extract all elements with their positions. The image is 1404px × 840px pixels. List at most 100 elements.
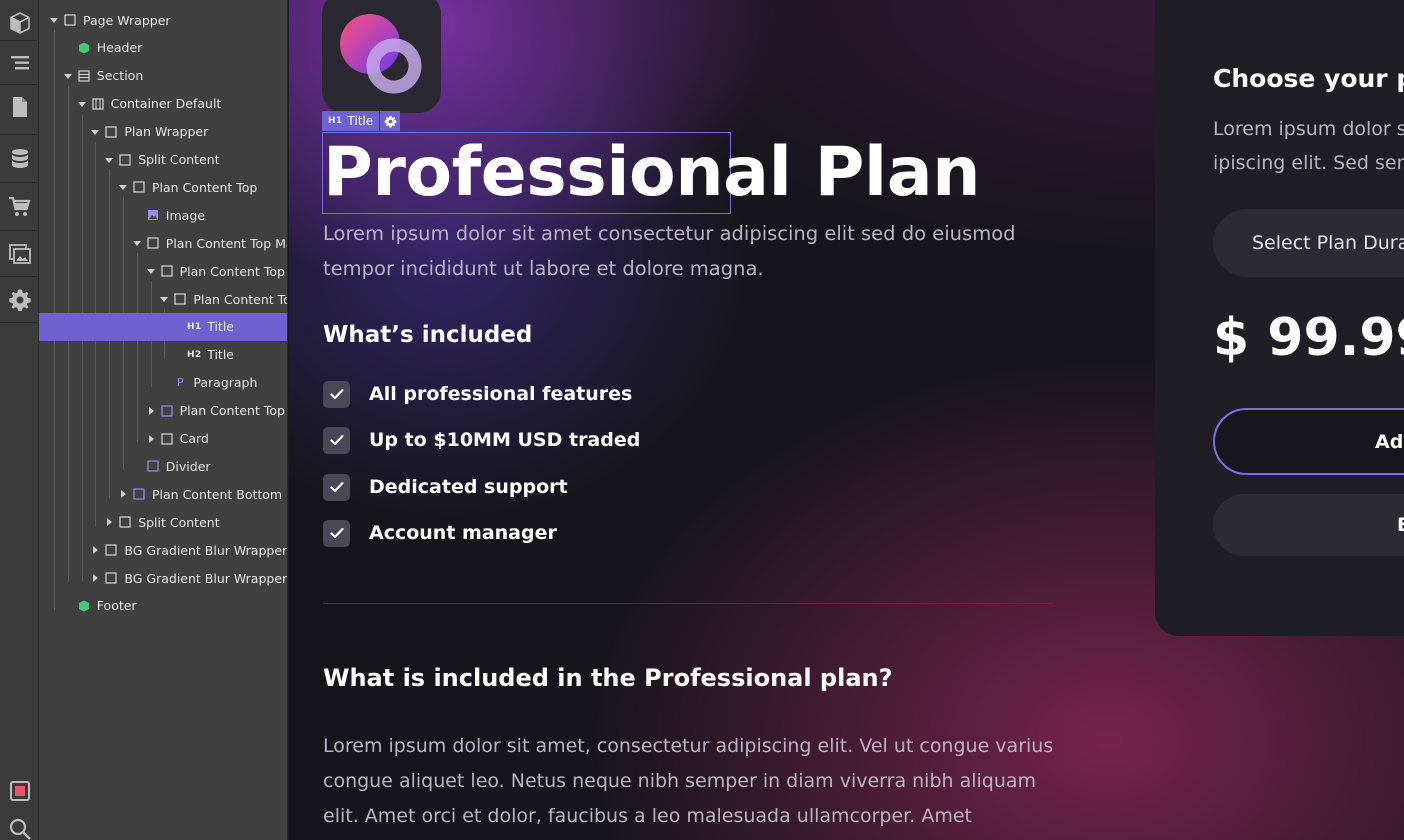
cube-icon — [9, 12, 30, 34]
caret-spacer — [159, 378, 169, 388]
lead-paragraph[interactable]: Lorem ipsum dolor sit amet consectetur a… — [323, 216, 1043, 286]
navigator-item[interactable]: H2 Title — [39, 341, 287, 369]
feature-text: All professional features — [369, 383, 633, 405]
navigator-item-label: Section — [96, 68, 144, 84]
navigator-item-label: Page Wrapper — [83, 12, 171, 28]
caret-down-icon[interactable] — [49, 15, 59, 25]
page-title[interactable]: Professional Plan — [323, 128, 981, 218]
navigator-item-label: Plan Content Top Ma — [165, 235, 288, 251]
navigator-item-label: Footer — [96, 598, 137, 614]
navigator-item[interactable]: Footer — [39, 592, 287, 620]
plan-image[interactable] — [322, 0, 441, 113]
navigator-item[interactable]: Container Default — [39, 90, 287, 118]
cms-button[interactable] — [0, 136, 39, 182]
feature-item[interactable]: All professional features — [323, 380, 632, 408]
navigator-item[interactable]: Plan Wrapper — [39, 118, 287, 146]
navigator-item[interactable]: Page Wrapper — [39, 6, 287, 34]
check-icon — [323, 380, 350, 408]
box-icon — [118, 153, 132, 167]
navigator-item[interactable]: Card — [39, 425, 287, 453]
caret-right-icon[interactable] — [104, 517, 114, 527]
add-to-cart-button[interactable]: Ad — [1213, 408, 1404, 475]
title-rest[interactable]: Plan — [815, 133, 981, 212]
navigator-item[interactable]: Split Content — [39, 508, 287, 536]
box-purple-icon — [132, 487, 146, 501]
caret-right-icon[interactable] — [146, 406, 156, 416]
card-title[interactable]: Choose your pl — [1213, 64, 1404, 93]
assets-button[interactable] — [0, 231, 39, 277]
divider[interactable] — [323, 603, 1053, 604]
navigator-item[interactable]: Plan Content To — [39, 285, 288, 313]
navigator-item-label: Split Content — [138, 152, 220, 167]
feature-item[interactable]: Dedicated support — [323, 473, 568, 501]
caret-right-icon[interactable] — [118, 489, 128, 499]
search-icon — [9, 818, 31, 840]
included-heading[interactable]: What’s included — [323, 322, 532, 348]
navigator-item-label: Container Default — [110, 96, 222, 112]
navigator-item[interactable]: Plan Content Top F — [39, 397, 287, 425]
cart-icon — [8, 196, 30, 216]
navigator-item[interactable]: Plan Content Top Ma — [39, 229, 288, 257]
caret-down-icon[interactable] — [104, 155, 114, 165]
settings-button[interactable] — [0, 277, 39, 323]
caret-down-icon[interactable] — [132, 238, 142, 248]
navigator-item-label: Plan Content To — [193, 291, 288, 307]
caret-right-icon[interactable] — [146, 434, 156, 444]
navigator-item[interactable]: H1 Title — [39, 312, 287, 341]
design-canvas[interactable]: H1 Title Professional Plan Lorem ipsum d… — [289, 0, 1404, 840]
title-selected-part[interactable]: Professional — [323, 133, 792, 212]
navigator-item-label: Header — [96, 40, 143, 56]
faq-body[interactable]: Lorem ipsum dolor sit amet, consectetur … — [323, 729, 1063, 834]
gear-icon — [384, 115, 396, 128]
navigator-item[interactable]: Header — [39, 34, 287, 62]
faq-heading[interactable]: What is included in the Professional pla… — [323, 664, 893, 692]
navigator-item[interactable]: Plan Content Bottom — [39, 480, 287, 508]
check-icon — [323, 473, 350, 501]
box-icon — [104, 125, 118, 139]
caret-down-icon[interactable] — [63, 71, 73, 81]
navigator-item[interactable]: Divider — [39, 452, 287, 480]
caret-spacer — [173, 350, 183, 360]
box-icon — [63, 13, 77, 27]
navigator-item[interactable]: P Paragraph — [39, 369, 287, 397]
caret-right-icon[interactable] — [90, 545, 100, 555]
component-icon — [77, 599, 91, 613]
caret-right-icon[interactable] — [90, 573, 100, 583]
navigator-item-label: Plan Content Top — [152, 179, 258, 195]
caret-down-icon[interactable] — [90, 127, 100, 137]
check-icon — [323, 426, 350, 454]
navigator-item[interactable]: Section — [39, 62, 287, 90]
ecommerce-button[interactable] — [0, 184, 39, 230]
navigator-button[interactable] — [0, 40, 39, 86]
box-icon — [146, 236, 160, 250]
caret-spacer — [132, 461, 142, 471]
caret-down-icon[interactable] — [118, 182, 128, 192]
caret-down-icon[interactable] — [159, 294, 169, 304]
navigator-item[interactable]: Image — [39, 201, 287, 229]
card-text[interactable]: Lorem ipsum dolor s ipiscing elit. Sed s… — [1213, 112, 1404, 180]
navigator-item[interactable]: BG Gradient Blur Wrapper — [39, 564, 287, 592]
box-icon — [104, 571, 118, 585]
buy-now-button[interactable]: B — [1213, 494, 1404, 556]
caret-spacer — [63, 601, 73, 611]
navigator-item-label: Card — [179, 431, 209, 446]
images-icon — [8, 244, 31, 264]
plan-price[interactable]: $ 99.99 — [1213, 308, 1404, 368]
navigator-item-label: Paragraph — [193, 375, 258, 391]
search-button[interactable] — [0, 806, 39, 840]
gear-icon — [8, 289, 31, 312]
pages-button[interactable] — [0, 84, 39, 130]
feature-text: Account manager — [369, 522, 557, 544]
caret-down-icon[interactable] — [77, 99, 87, 109]
h2-tag-icon: H2 — [186, 349, 202, 360]
navigator-item-label: Plan Content Bottom — [152, 486, 283, 502]
navigator-item[interactable]: Plan Content Top — [39, 173, 287, 201]
feature-item[interactable]: Up to $10MM USD traded — [323, 426, 640, 454]
navigator-item[interactable]: Plan Content Top T — [39, 257, 287, 285]
plan-duration-select[interactable]: Select Plan Dura — [1213, 209, 1404, 277]
navigator-item-label: Image — [165, 207, 205, 223]
caret-down-icon[interactable] — [146, 266, 156, 276]
navigator-item[interactable]: BG Gradient Blur Wrapper — [39, 536, 287, 564]
feature-item[interactable]: Account manager — [323, 519, 557, 547]
navigator-item[interactable]: Split Content — [39, 146, 287, 174]
